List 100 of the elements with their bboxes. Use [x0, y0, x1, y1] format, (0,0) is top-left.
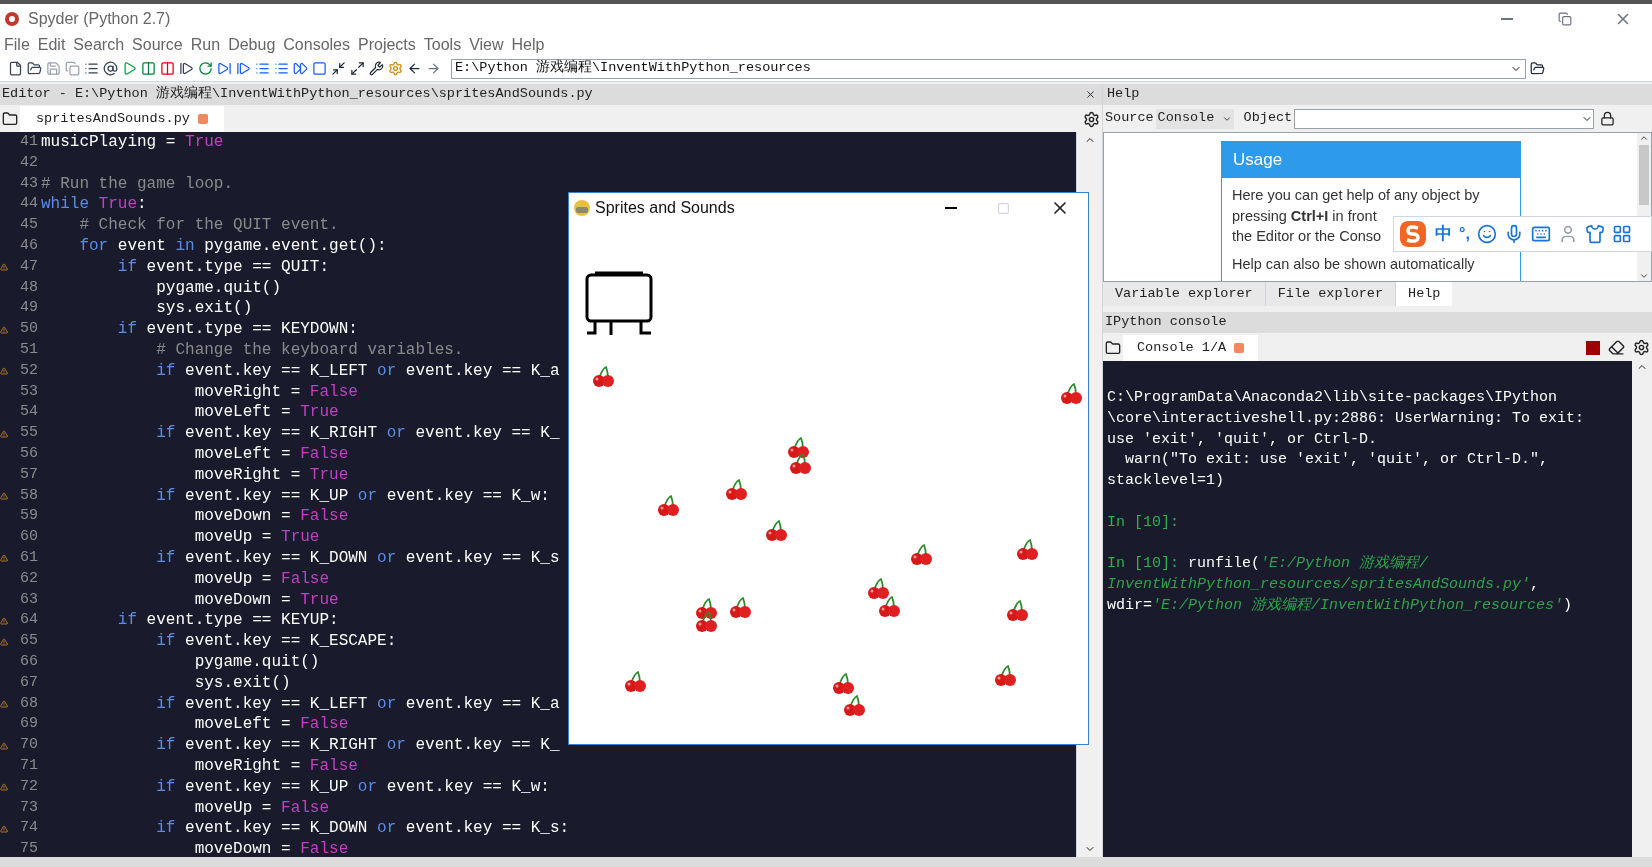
line-number: 53: [19, 381, 38, 402]
code-line: moveDown = True: [193, 589, 339, 611]
line-number: 41: [19, 132, 38, 152]
browse-folder-icon[interactable]: [1530, 61, 1545, 76]
line-number: 60: [19, 527, 38, 548]
grid-icon[interactable]: [1611, 224, 1632, 244]
menu-item[interactable]: Projects: [354, 33, 420, 57]
restore-icon: [1558, 12, 1572, 26]
code-line: moveLeft = False: [193, 714, 349, 736]
cherry-icon: [694, 608, 718, 633]
console-tab[interactable]: Console 1/A: [1123, 335, 1259, 361]
menu-item[interactable]: Tools: [419, 33, 466, 57]
back-icon[interactable]: [407, 61, 422, 76]
debug-icon[interactable]: [217, 61, 232, 76]
object-field[interactable]: [1294, 108, 1595, 129]
line-number: 68: [19, 693, 38, 714]
input-mode[interactable]: 中: [1435, 221, 1452, 247]
open-folder-icon[interactable]: [27, 61, 42, 76]
code-line: moveUp = False: [193, 797, 330, 819]
code-line: if event.key == K_UP or event.key == K_w:: [155, 776, 550, 798]
close-tab-icon[interactable]: [197, 114, 208, 124]
code-line: if event.key == K_UP or event.key == K_w:: [155, 485, 550, 507]
source-dropdown[interactable]: Console: [1155, 108, 1234, 129]
shirt-icon[interactable]: [1584, 224, 1605, 244]
pane-tab[interactable]: File explorer: [1265, 282, 1397, 306]
menu-item[interactable]: Consoles: [279, 33, 354, 57]
menu-item[interactable]: View: [465, 33, 508, 57]
path-field[interactable]: E:\Python 游戏编程\InventWithPython_resources: [451, 58, 1526, 79]
line-number: 69: [19, 714, 38, 735]
eraser-icon[interactable]: [1608, 339, 1625, 356]
cherry-icon: [727, 595, 752, 620]
object-label: Object: [1243, 109, 1293, 128]
close-tab-icon[interactable]: [1234, 343, 1245, 353]
line-number: 63: [19, 589, 38, 610]
list-icon[interactable]: [84, 61, 99, 76]
rerun-icon[interactable]: [198, 61, 213, 76]
forward-icon[interactable]: [426, 61, 441, 76]
file-tab[interactable]: spritesAndSounds.py: [20, 106, 224, 132]
code-line: moveRight = True: [193, 464, 349, 486]
help-text-line: Here you can get help of any object by: [1232, 186, 1480, 205]
app-logo-icon: [4, 11, 20, 27]
line-number: 59: [19, 506, 38, 527]
ime-logo-icon[interactable]: [1398, 219, 1428, 249]
menu-item[interactable]: File: [0, 33, 34, 57]
run-cell-advance-icon[interactable]: [160, 61, 175, 76]
code-line: if event.type == QUIT:: [116, 256, 330, 278]
keyboard-icon[interactable]: [1530, 224, 1551, 244]
menu-item[interactable]: Help: [507, 33, 549, 57]
line-number: 44: [19, 194, 38, 215]
fullscreen-icon[interactable]: [350, 61, 365, 76]
cherry-icon: [590, 364, 615, 389]
line-number: 57: [19, 464, 38, 485]
settings-icon[interactable]: [1633, 339, 1650, 356]
scroll-up-icon[interactable]: [1639, 133, 1649, 143]
code-line: moveLeft = True: [193, 402, 339, 424]
help-text-line: pressing Ctrl+I in front: [1232, 206, 1377, 226]
menu-item[interactable]: Run: [186, 33, 225, 57]
line-number: 52: [19, 360, 38, 381]
line-number: 70: [19, 735, 38, 756]
console-line: use 'exit', 'quit', or Ctrl-D.: [1107, 429, 1378, 450]
cherry-icon: [841, 693, 866, 718]
line-number: 49: [19, 298, 38, 319]
scroll-down-icon[interactable]: [1639, 271, 1649, 281]
pane-tab[interactable]: Help: [1396, 282, 1453, 306]
browse-tabs-icon[interactable]: [2, 111, 18, 127]
console-line: \core\interactiveshell.py:2886: UserWarning: To exit:: [1107, 408, 1585, 429]
close-icon[interactable]: [1085, 89, 1096, 100]
code-line: if event.key == K_DOWN or event.key == K_s: [155, 547, 560, 569]
continue-icon[interactable]: [293, 61, 308, 76]
menu-item[interactable]: Edit: [33, 33, 70, 57]
menu-item[interactable]: Source: [128, 33, 187, 57]
lock-icon[interactable]: [1600, 111, 1616, 126]
emoji-icon[interactable]: [1476, 224, 1497, 244]
cherry-icon: [785, 435, 810, 460]
line-number: 51: [19, 339, 38, 360]
line-number: 65: [19, 631, 38, 652]
console-line: warn("To exit: use 'exit', 'quit', or Ctrl-D.",: [1124, 450, 1549, 471]
line-number: 50: [19, 319, 38, 340]
code-line: moveLeft = False: [193, 443, 349, 465]
punctuation-mode[interactable]: °,: [1459, 222, 1470, 246]
browse-tabs-icon[interactable]: [1105, 340, 1121, 356]
horizontal-scrollbar[interactable]: [0, 857, 1652, 867]
console-line: In [10]: runfile('E:/Python 游戏编程/: [1107, 554, 1429, 575]
step-icon[interactable]: [236, 61, 251, 76]
cherry-icon: [623, 669, 648, 694]
run-cell-icon[interactable]: [141, 61, 156, 76]
at-sign-icon[interactable]: [103, 61, 118, 76]
menu-item[interactable]: Search: [69, 33, 129, 57]
pane-tab[interactable]: Variable explorer: [1103, 282, 1266, 306]
scrollbar-thumb[interactable]: [1639, 145, 1649, 205]
wrench-icon[interactable]: [369, 61, 384, 76]
new-file-icon[interactable]: [8, 61, 23, 76]
maximize-pane-icon[interactable]: [331, 61, 346, 76]
code-line: moveUp = False: [193, 568, 330, 590]
code-line: # Change the keyboard variables.: [155, 339, 464, 361]
code-line: # Check for the QUIT event.: [78, 215, 339, 236]
cherry-icon: [993, 662, 1018, 687]
settings-icon[interactable]: [1083, 111, 1100, 128]
run-selection-icon[interactable]: [179, 61, 194, 76]
menu-item[interactable]: Debug: [224, 33, 280, 57]
